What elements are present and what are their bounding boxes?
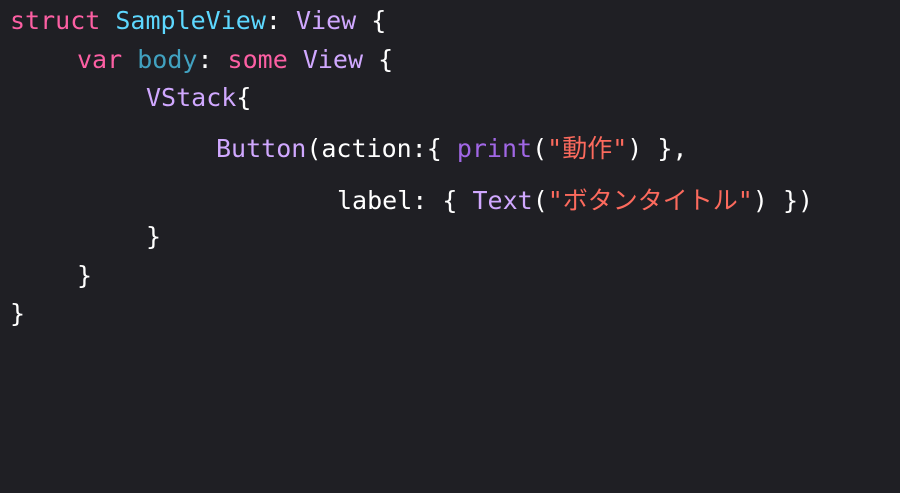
type-token: VStack <box>146 83 237 112</box>
type-token: Text <box>472 186 533 215</box>
punctuation-token: ( <box>532 134 548 163</box>
keyword-token: struct <box>10 6 101 35</box>
closing-brace-token: } <box>77 261 93 290</box>
property-token: body <box>137 45 198 74</box>
code-line-5: label: { Text("ボタンタイトル") }) <box>337 186 813 216</box>
type-token: View <box>296 6 357 35</box>
code-line-7: } <box>77 261 92 291</box>
closing-brace-token: } <box>10 299 26 328</box>
code-line-4: Button(action:{ print("動作") }, <box>216 134 687 164</box>
punctuation-token: ( <box>532 186 548 215</box>
code-line-8: } <box>10 299 25 329</box>
punctuation-token: { <box>356 6 387 35</box>
label-token: label: { <box>337 186 473 215</box>
closing-brace-token: } <box>146 222 162 251</box>
keyword-token: some <box>227 45 288 74</box>
type-token: Button <box>216 134 307 163</box>
punctuation-token: : <box>197 45 228 74</box>
string-literal-token: "動作" <box>547 134 628 163</box>
string-literal-token: "ボタンタイトル" <box>547 186 753 215</box>
type-token: View <box>302 45 364 74</box>
code-line-6: } <box>146 222 161 252</box>
code-line-2: var body: some View { <box>77 45 393 75</box>
punctuation-token: ) }) <box>752 186 814 215</box>
type-declaration-token: SampleView <box>115 6 266 35</box>
code-line-1: struct SampleView: View { <box>10 6 386 36</box>
code-editor[interactable]: struct SampleView: View { var body: some… <box>0 0 900 401</box>
punctuation-token: { <box>236 83 252 112</box>
punctuation-token: ) }, <box>627 134 688 163</box>
punctuation-token: (action:{ <box>306 134 457 163</box>
punctuation-token: { <box>363 45 394 74</box>
punctuation-token: : <box>265 6 296 35</box>
function-token: print <box>456 134 533 163</box>
code-line-3: VStack{ <box>146 83 251 113</box>
keyword-token: var <box>77 45 123 74</box>
